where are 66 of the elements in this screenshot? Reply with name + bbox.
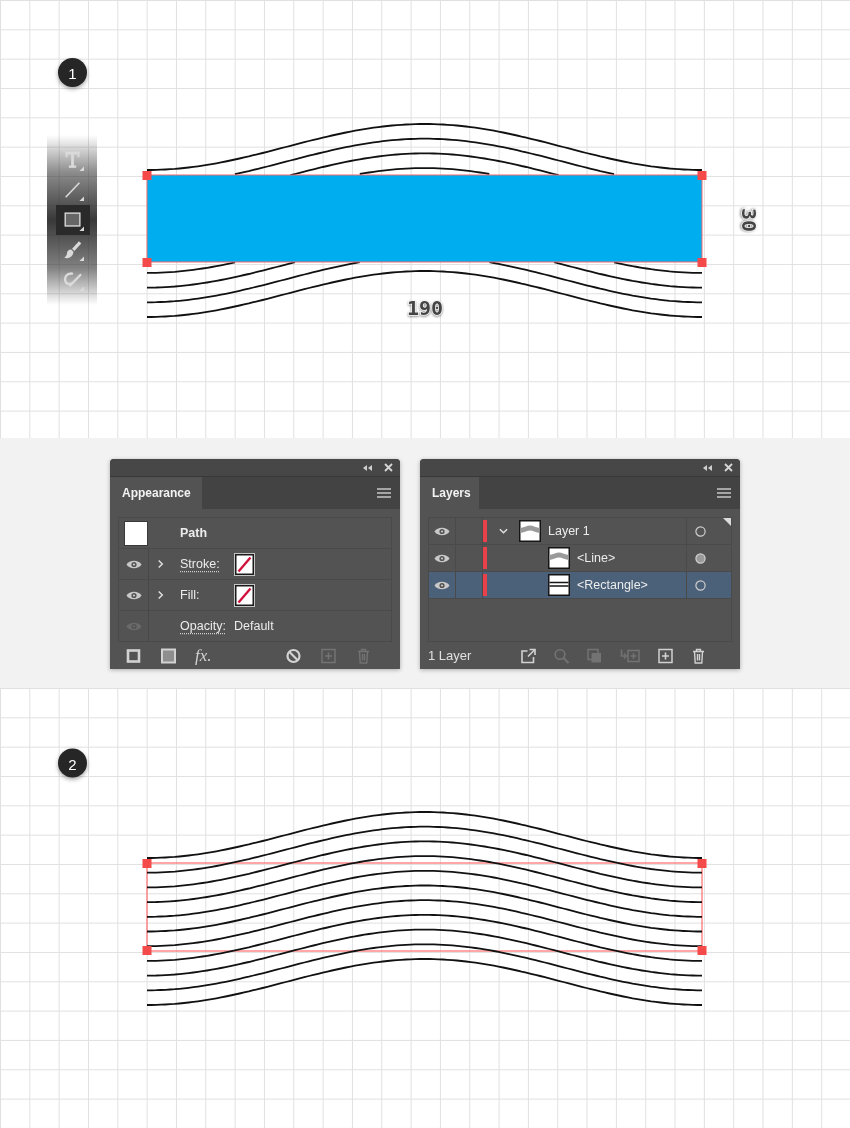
appearance-row[interactable]: Opacity: Default	[119, 611, 391, 641]
eye-icon[interactable]	[125, 558, 142, 570]
tool-button[interactable]	[56, 205, 90, 235]
eye-icon[interactable]	[434, 525, 450, 537]
dimension-label: 30	[737, 207, 761, 233]
step-badge: 1	[58, 58, 87, 87]
no-sign-icon[interactable]	[284, 647, 302, 664]
panel-tab[interactable]: Layers	[420, 477, 479, 509]
object-type-label: Path	[180, 526, 208, 540]
chevron-icon[interactable]	[156, 559, 165, 569]
layer-name: Layer 1	[548, 524, 590, 538]
eye-icon[interactable]	[434, 579, 450, 591]
selection-handle[interactable]	[697, 859, 707, 868]
collapse-icon[interactable]	[703, 464, 712, 471]
eye-icon[interactable]	[125, 589, 142, 601]
selection-handle[interactable]	[697, 258, 707, 267]
layer-color-bar	[483, 574, 487, 596]
selection-handle[interactable]	[697, 946, 707, 955]
dimension-label: 190	[406, 296, 444, 320]
layer-color-bar	[483, 520, 487, 542]
wave-thumbnail-icon	[548, 547, 570, 569]
step-badge: 2	[58, 748, 87, 778]
layer-name: <Rectangle>	[577, 578, 648, 592]
attribute-link[interactable]: Stroke:	[180, 557, 220, 571]
target-circle-icon[interactable]	[695, 579, 706, 591]
chevron-icon[interactable]	[156, 590, 165, 600]
chevron-icon[interactable]	[498, 526, 508, 536]
layer-name: <Line>	[577, 551, 616, 565]
filled-square-icon[interactable]	[160, 647, 177, 664]
close-icon[interactable]	[724, 463, 733, 472]
path-thumbnail-icon	[123, 520, 148, 546]
curve-stroke-icon	[62, 269, 84, 291]
appearance-row[interactable]: Fill:	[119, 580, 391, 611]
square-outline-icon[interactable]	[125, 647, 142, 664]
export-icon[interactable]	[520, 647, 537, 664]
rectangle-tool-icon	[62, 209, 84, 231]
effects-button[interactable]: fx.	[195, 647, 212, 664]
layer-color-bar	[483, 547, 487, 569]
close-icon[interactable]	[384, 463, 393, 472]
appearance-row[interactable]: Stroke:	[119, 549, 391, 580]
eye-icon[interactable]	[434, 552, 450, 564]
target-circle-icon[interactable]	[695, 525, 706, 537]
layer-row[interactable]: Layer 1	[429, 518, 731, 545]
attribute-link[interactable]: Opacity:	[180, 619, 226, 633]
selection-handle[interactable]	[142, 946, 152, 955]
none-swatch-icon[interactable]	[234, 552, 255, 576]
layer-count: 1 Layer	[428, 648, 472, 663]
none-swatch-icon[interactable]	[234, 583, 255, 607]
line-tool-icon	[62, 179, 84, 201]
selection-handle[interactable]	[697, 171, 707, 180]
paintbrush-icon	[62, 239, 84, 261]
rectangle-thumbnail-icon	[548, 574, 570, 596]
selection-handle[interactable]	[142, 171, 152, 180]
attribute-label: Fill:	[180, 588, 200, 602]
menu-icon[interactable]	[717, 488, 731, 498]
menu-icon[interactable]	[377, 488, 391, 498]
selection-handle[interactable]	[142, 258, 152, 267]
appearance-row[interactable]: Path	[119, 518, 391, 549]
opacity-value: Default	[234, 619, 274, 633]
selection-handle[interactable]	[142, 859, 152, 868]
target-circle-icon[interactable]	[695, 552, 706, 564]
collapse-icon[interactable]	[363, 464, 372, 471]
layer-row[interactable]: <Rectangle>	[429, 572, 731, 599]
wave-thumbnail-icon	[519, 520, 541, 542]
panel-tab[interactable]: Appearance	[110, 477, 202, 509]
trash-icon[interactable]	[690, 647, 707, 664]
